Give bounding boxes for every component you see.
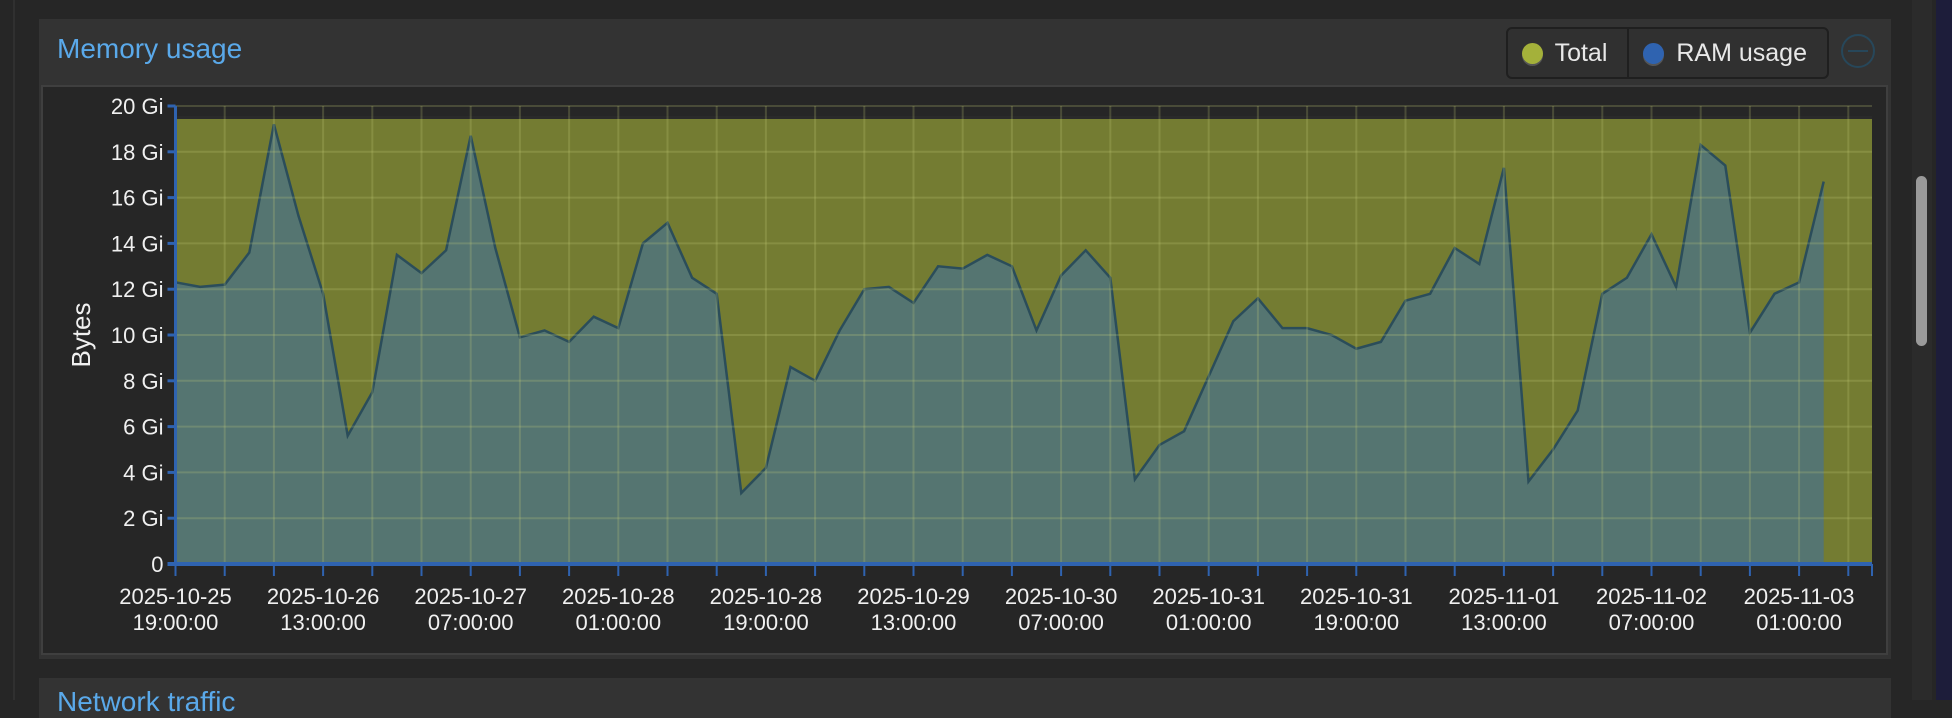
scrollbar[interactable] — [1912, 0, 1932, 700]
x-tick-label-date: 2025-11-01 — [1448, 584, 1559, 609]
x-tick-label-time: 07:00:00 — [1018, 610, 1104, 635]
y-tick-label: 8 Gi — [123, 369, 163, 394]
memory-chart: 0 2 Gi 4 Gi 6 Gi 8 Gi 10 Gi 12 Gi 14 Gi 16 Gi 18 … — [66, 94, 1873, 635]
x-tick-label-date: 2025-10-28 — [562, 584, 675, 609]
y-tick-label: 20 Gi — [111, 94, 164, 119]
scrollbar-thumb[interactable] — [1916, 176, 1927, 346]
x-tick-label-time: 19:00:00 — [1313, 610, 1399, 635]
x-tick-label-time: 13:00:00 — [1461, 610, 1547, 635]
y-tick-label: 10 Gi — [111, 323, 164, 348]
x-tick-label-time: 13:00:00 — [280, 610, 366, 635]
y-tick-label: 4 Gi — [123, 460, 163, 485]
y-axis-label: Bytes — [66, 302, 96, 367]
x-tick-label-time: 07:00:00 — [428, 610, 514, 635]
panel-title: Network traffic — [57, 686, 236, 717]
x-tick-label-date: 2025-11-03 — [1744, 584, 1855, 609]
x-tick-label-date: 2025-10-26 — [267, 584, 380, 609]
y-tick-label: 14 Gi — [111, 231, 164, 256]
y-tick-label: 18 Gi — [111, 140, 164, 165]
x-tick-label-date: 2025-10-25 — [119, 584, 232, 609]
y-tick-label: 2 Gi — [123, 506, 163, 531]
x-tick-label-time: 01:00:00 — [1166, 610, 1252, 635]
x-tick-label-date: 2025-10-31 — [1300, 584, 1413, 609]
x-tick-label-date: 2025-11-02 — [1596, 584, 1707, 609]
y-tick-label: 0 — [151, 552, 163, 577]
x-tick-label-time: 19:00:00 — [133, 610, 219, 635]
x-tick-label-time: 19:00:00 — [723, 610, 809, 635]
x-tick-label-date: 2025-10-30 — [1005, 584, 1118, 609]
x-tick-label-time: 07:00:00 — [1609, 610, 1695, 635]
x-tick-label-date: 2025-10-31 — [1152, 584, 1265, 609]
x-tick-label-date: 2025-10-27 — [414, 584, 527, 609]
y-tick-label: 12 Gi — [111, 277, 164, 302]
y-tick-label: 6 Gi — [123, 415, 163, 440]
x-tick-label-time: 01:00:00 — [1756, 610, 1842, 635]
y-tick-label: 16 Gi — [111, 186, 164, 211]
x-tick-label-time: 01:00:00 — [575, 610, 661, 635]
window-edge — [1936, 0, 1952, 700]
x-tick-label-time: 13:00:00 — [871, 610, 957, 635]
network-traffic-panel: Network traffic — [39, 678, 1891, 718]
x-tick-label-date: 2025-10-28 — [710, 584, 823, 609]
x-tick-label-date: 2025-10-29 — [857, 584, 970, 609]
